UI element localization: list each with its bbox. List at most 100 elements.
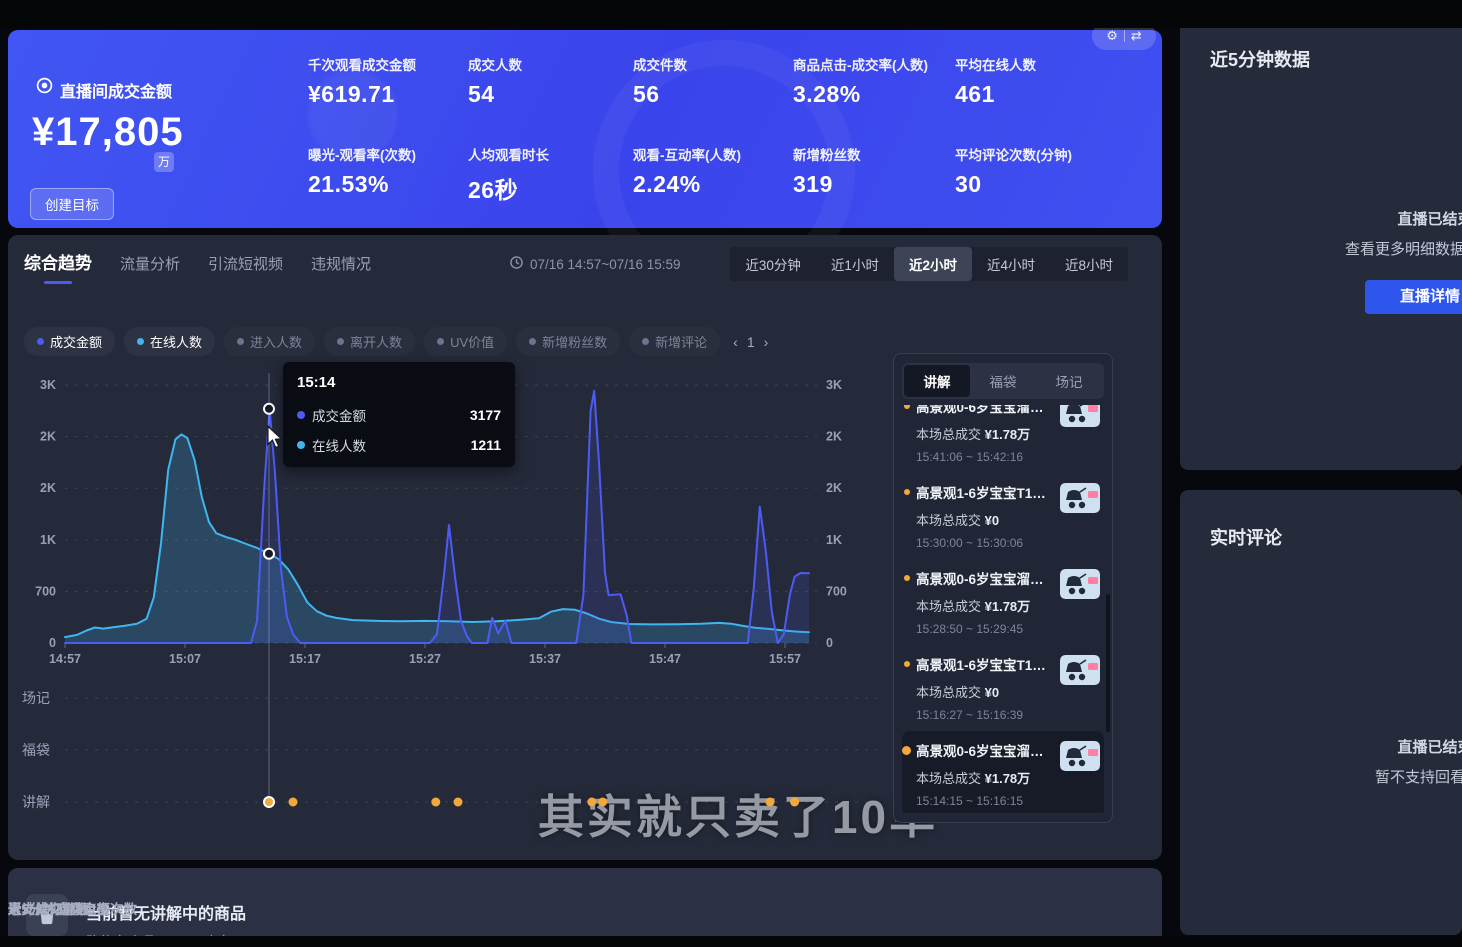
svg-text:14:57: 14:57: [49, 652, 81, 666]
metric-label: 商品点击-成交率(人数): [793, 54, 955, 74]
message-line2: 查看更多明细数据分析，请: [1285, 238, 1462, 259]
tooltip-rows: 成交金额3177在线人数1211: [297, 405, 501, 455]
svg-text:福袋: 福袋: [22, 742, 50, 758]
header-metric: 人均观看时长26秒: [468, 144, 633, 205]
legend-label: 进入人数: [250, 332, 302, 351]
page-number: 1: [747, 334, 755, 350]
svg-text:1K: 1K: [40, 533, 56, 547]
trend-tab[interactable]: 综合趋势: [24, 249, 92, 274]
product-title: 高景观0-6岁宝宝溜…: [916, 740, 1066, 760]
product-item[interactable]: 高景观0-6岁宝宝溜…本场总成交 ¥1.78万15:41:06 ~ 15:42:…: [902, 405, 1104, 473]
explain-panel: 讲解福袋场记 高景观0-6岁宝宝溜…本场总成交 ¥1.78万15:41:06 ~…: [893, 353, 1113, 823]
trend-tabs: 综合趋势 流量分析 引流短视频 违规情况: [24, 249, 371, 274]
svg-text:0: 0: [49, 636, 56, 650]
top-black-bar: [0, 0, 1462, 28]
product-item[interactable]: 高景观0-6岁宝宝溜…本场总成交 ¥1.78万15:14:15 ~ 15:16:…: [902, 731, 1104, 813]
date-range-text: 07/16 14:57~07/16 15:59: [530, 257, 681, 272]
unit-badge: 万: [154, 152, 174, 172]
date-range: 07/16 14:57~07/16 15:59: [510, 256, 681, 272]
legend-label: 离开人数: [350, 332, 402, 351]
svg-text:15:27: 15:27: [409, 652, 441, 666]
range-button[interactable]: 近1小时: [816, 247, 894, 281]
metric-label: 观看-互动率(人数): [633, 144, 793, 164]
product-item[interactable]: 高景观1-6岁宝宝T1…本场总成交 ¥015:30:00 ~ 15:30:06: [902, 473, 1104, 559]
metric-label: 平均评论次数(分钟): [955, 144, 1125, 164]
product-dot-icon: [904, 405, 910, 409]
legend-dot-icon: [642, 338, 649, 345]
time-range-group: 近30分钟近1小时近2小时近4小时近8小时: [730, 247, 1128, 281]
legend-dot-icon: [137, 338, 144, 345]
product-title: 高景观0-6岁宝宝溜…: [916, 405, 1066, 416]
range-button[interactable]: 近2小时: [894, 247, 972, 281]
metric-value: 3.28%: [793, 81, 955, 108]
card-title: 近5分钟数据: [1210, 46, 1310, 72]
explain-tab[interactable]: 场记: [1036, 365, 1102, 397]
explain-product-list: 高景观0-6岁宝宝溜…本场总成交 ¥1.78万15:41:06 ~ 15:42:…: [902, 405, 1104, 813]
explain-tab[interactable]: 福袋: [970, 365, 1036, 397]
swap-icon[interactable]: ⇄: [1131, 28, 1142, 44]
metric-value: 56: [633, 81, 793, 108]
explain-tab[interactable]: 讲解: [904, 365, 970, 397]
trend-tab[interactable]: 引流短视频: [208, 253, 283, 274]
legend-label: 新增评论: [655, 332, 707, 351]
svg-text:2K: 2K: [40, 481, 56, 495]
header-metric: 曝光-观看率(次数)21.53%: [308, 144, 468, 205]
product-dot-icon: [904, 489, 910, 495]
page-prev-button[interactable]: ‹: [733, 334, 738, 350]
svg-text:场记: 场记: [22, 690, 50, 706]
legend-label: 新增粉丝数: [542, 332, 607, 351]
trend-tab[interactable]: 流量分析: [120, 253, 180, 274]
metric-value: 461: [955, 81, 1125, 108]
comments-ended-message: 直播已结束 暂不支持回看评论: [1285, 736, 1462, 787]
range-button[interactable]: 近8小时: [1050, 247, 1128, 281]
metric-value: 30: [955, 171, 1125, 198]
metric-label: 平均在线人数: [955, 54, 1125, 74]
gear-icon[interactable]: ⚙: [1106, 28, 1118, 44]
product-time-range: 15:16:27 ~ 15:16:39: [916, 708, 1100, 722]
tooltip-series-dot-icon: [297, 441, 305, 449]
page-next-button[interactable]: ›: [764, 334, 769, 350]
legend-chip[interactable]: 进入人数: [224, 327, 315, 356]
legend-chip[interactable]: 新增粉丝数: [516, 327, 620, 356]
legend-label: 成交金额: [50, 332, 102, 351]
legend-chip[interactable]: 新增评论: [629, 327, 720, 356]
legend-chip[interactable]: 离开人数: [324, 327, 415, 356]
scrollbar[interactable]: [1106, 594, 1110, 732]
product-item[interactable]: 高景观1-6岁宝宝T1…本场总成交 ¥015:16:27 ~ 15:16:39: [902, 645, 1104, 731]
clock-icon: [510, 256, 523, 272]
range-button[interactable]: 近30分钟: [730, 247, 816, 281]
explain-tabs: 讲解福袋场记: [902, 363, 1104, 399]
create-goal-button[interactable]: 创建目标: [30, 188, 114, 220]
summary-header-card: 直播间成交金额 ¥17,805 万 创建目标 千次观看成交金额¥619.71成交…: [8, 30, 1162, 228]
gmv-prefix: 本场总成交: [916, 685, 985, 700]
realtime-comments-card: 实时评论 直播已结束 暂不支持回看评论: [1180, 490, 1462, 935]
live-ended-message: 直播已结束 查看更多明细数据分析，请: [1285, 208, 1462, 259]
header-metric: 观看-互动率(人数)2.24%: [633, 144, 793, 205]
live-detail-button[interactable]: 直播详情: [1365, 280, 1462, 314]
trend-tab[interactable]: 违规情况: [311, 253, 371, 274]
legend-label: UV价值: [450, 332, 494, 351]
svg-text:讲解: 讲解: [22, 794, 50, 810]
svg-text:1K: 1K: [826, 533, 842, 547]
product-item[interactable]: 高景观0-6岁宝宝溜…本场总成交 ¥1.78万15:28:50 ~ 15:29:…: [902, 559, 1104, 645]
gmv-amount: ¥1.78万: [985, 427, 1031, 442]
tooltip-row: 在线人数1211: [297, 435, 501, 455]
legend-chip[interactable]: 在线人数: [124, 327, 215, 356]
bottom-black-bar: [0, 936, 1462, 947]
product-thumbnail: [1060, 655, 1100, 685]
series-pagination: ‹ 1 ›: [733, 334, 768, 350]
tooltip-series-label: 成交金额: [312, 405, 366, 425]
header-metric: 成交件数56: [633, 54, 793, 108]
primary-metric-label: 直播间成交金额: [60, 78, 172, 102]
metric-value: 54: [468, 81, 633, 108]
metric-value: 21.53%: [308, 171, 468, 198]
target-icon: [36, 77, 53, 99]
range-button[interactable]: 近4小时: [972, 247, 1050, 281]
legend-chip[interactable]: 成交金额: [24, 327, 115, 356]
card-title: 实时评论: [1210, 524, 1282, 550]
gmv-prefix: 本场总成交: [916, 771, 985, 786]
legend-chip[interactable]: UV价值: [424, 327, 507, 356]
gmv-amount: ¥1.78万: [985, 599, 1031, 614]
gmv-prefix: 本场总成交: [916, 599, 985, 614]
svg-text:3K: 3K: [826, 378, 842, 392]
